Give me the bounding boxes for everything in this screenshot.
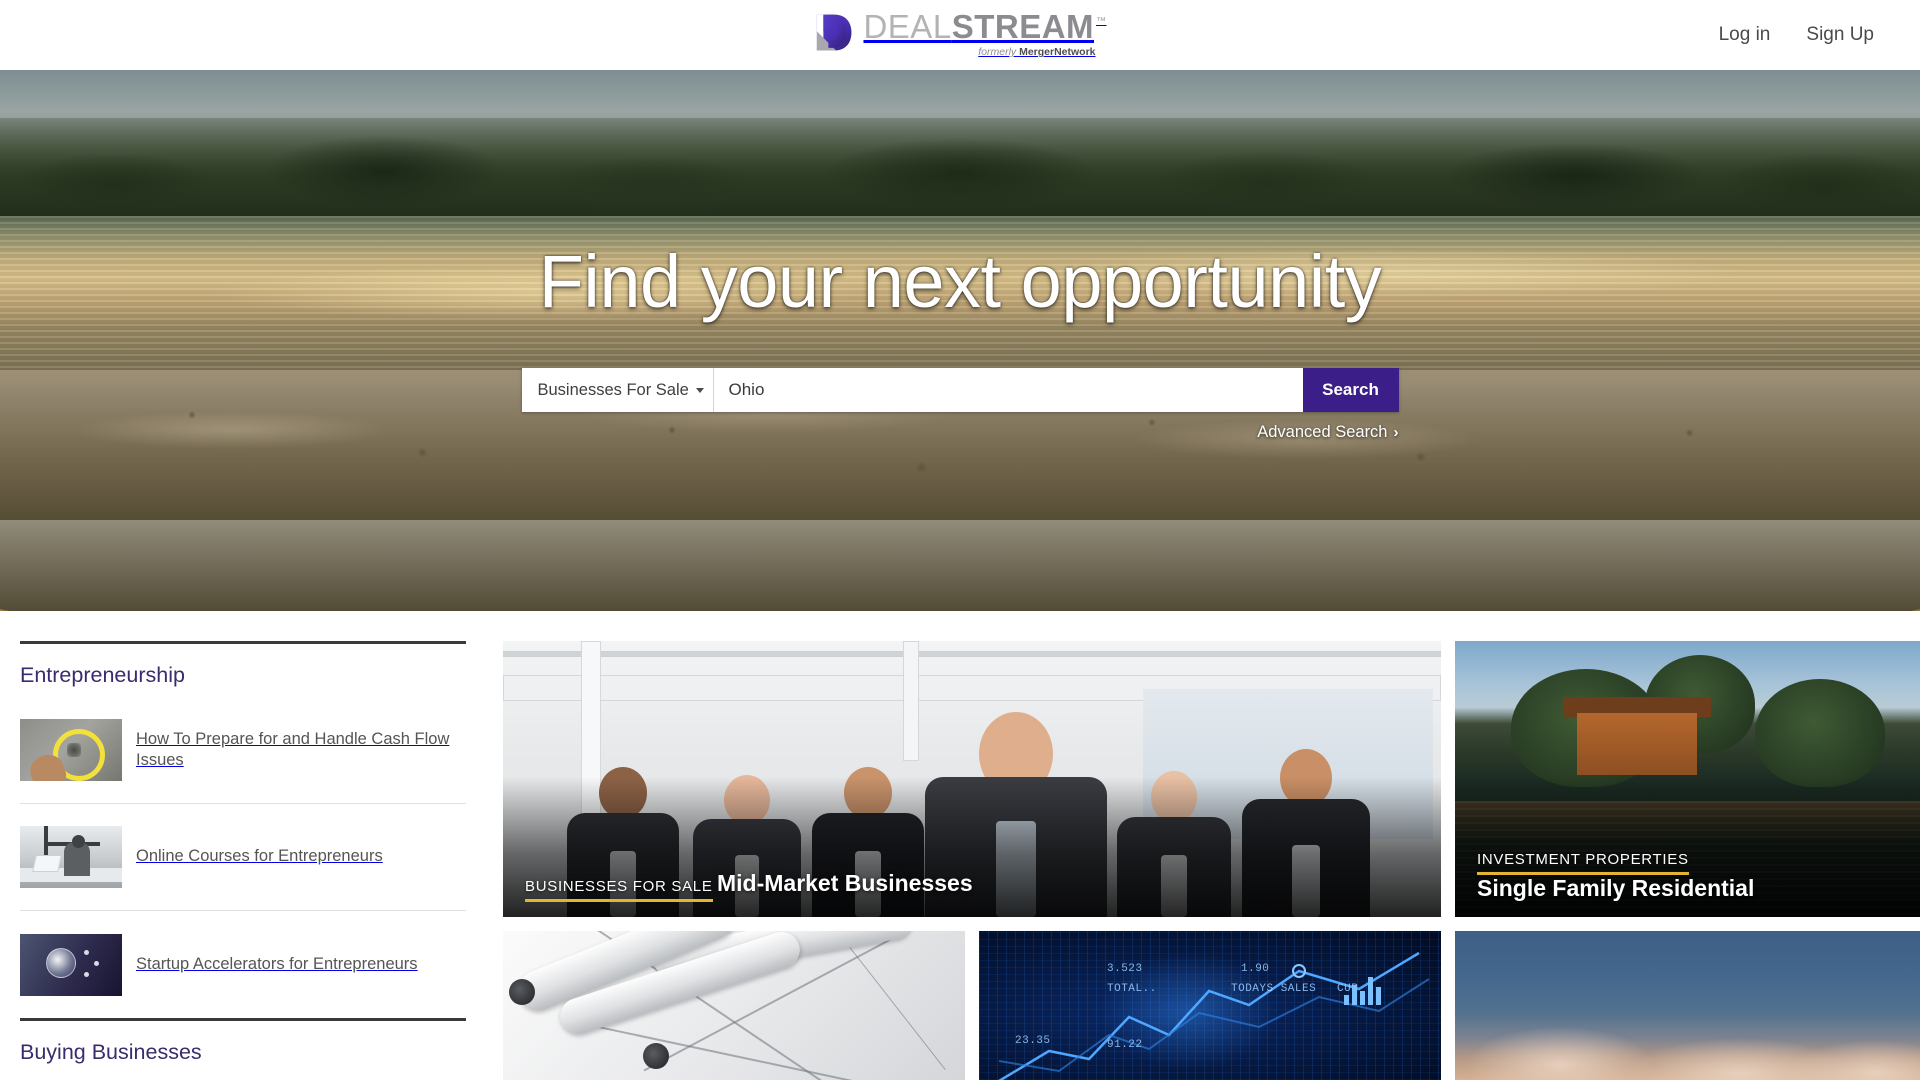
log-in-link[interactable]: Log in (1719, 24, 1771, 46)
section-divider (20, 1018, 466, 1021)
card-grid: BUSINESSES FOR SALE Mid-Market Businesse… (503, 641, 1920, 1080)
startup-accelerators-thumbnail (20, 933, 122, 996)
sign-up-link[interactable]: Sign Up (1806, 24, 1874, 46)
advanced-search-label: Advanced Search (1257, 423, 1388, 441)
card-caption: INVESTMENT PROPERTIES Single Family Resi… (1477, 851, 1920, 902)
logo-tagline: formerly MergerNetwork (978, 47, 1095, 58)
chevron-down-icon (695, 387, 704, 393)
logo-tagline-prefix: formerly (978, 46, 1017, 59)
site-logo[interactable]: DEAL STREAM ™ formerly MergerNetwork (813, 10, 1106, 58)
card-mid-market-businesses[interactable]: BUSINESSES FOR SALE Mid-Market Businesse… (503, 641, 1441, 917)
logo-word-deal: DEAL (863, 8, 952, 46)
advanced-search-row: Advanced Search › (522, 423, 1398, 442)
sidebar-section-entrepreneurship: Entrepreneurship How To Prepare for and … (20, 641, 485, 1018)
dealstream-d-logo-icon (817, 14, 852, 51)
sidebar-heading-buying-businesses: Buying Businesses (20, 1040, 202, 1064)
card-kicker: BUSINESSES FOR SALE (525, 878, 713, 902)
advanced-search-link[interactable]: Advanced Search › (1257, 423, 1398, 442)
search-category-label: Businesses For Sale (537, 380, 689, 399)
list-item-label: How To Prepare for and Handle Cash Flow … (136, 729, 450, 769)
sunset-sky-photo (1455, 930, 1920, 1080)
sidebar: Entrepreneurship How To Prepare for and … (20, 641, 485, 1080)
sidebar-section-buying-businesses: Buying Businesses (20, 1018, 485, 1080)
search-input[interactable] (713, 368, 1303, 412)
card-sunset-sky[interactable] (1455, 930, 1920, 1080)
logo-trademark: ™ (1096, 16, 1107, 28)
list-item-label: Online Courses for Entrepreneurs (136, 847, 383, 866)
main-content: Entrepreneurship How To Prepare for and … (0, 611, 1920, 1080)
card-financial-data[interactable]: 3.523 TOTAL.. 1.90 TODAYS SALES CUR 23.3… (979, 930, 1441, 1080)
sidebar-heading-entrepreneurship: Entrepreneurship (20, 663, 185, 687)
financial-data-visualization-photo: 3.523 TOTAL.. 1.90 TODAYS SALES CUR 23.3… (979, 930, 1441, 1080)
card-column-side: INVESTMENT PROPERTIES Single Family Resi… (1455, 641, 1920, 1080)
line-chart-icon (998, 951, 1430, 1080)
card-single-family-residential[interactable]: INVESTMENT PROPERTIES Single Family Resi… (1455, 641, 1920, 917)
logo-word-stream: STREAM (951, 8, 1095, 46)
card-caption: BUSINESSES FOR SALE Mid-Market Businesse… (525, 870, 973, 902)
section-divider (20, 641, 466, 644)
search-button[interactable]: Search (1302, 368, 1399, 412)
logo-tagline-brand: MergerNetwork (1019, 46, 1096, 59)
architectural-blueprints-photo (503, 930, 965, 1080)
list-item[interactable] (20, 1074, 466, 1080)
list-item[interactable]: Online Courses for Entrepreneurs (20, 804, 466, 911)
list-item[interactable]: Startup Accelerators for Entrepreneurs (20, 911, 466, 1018)
card-column-main: BUSINESSES FOR SALE Mid-Market Businesse… (503, 641, 1441, 1080)
card-kicker: INVESTMENT PROPERTIES (1477, 851, 1689, 875)
chevron-right-icon: › (1393, 424, 1399, 441)
card-blueprints[interactable] (503, 930, 965, 1080)
list-item[interactable]: How To Prepare for and Handle Cash Flow … (20, 697, 466, 804)
card-row-secondary: 3.523 TOTAL.. 1.90 TODAYS SALES CUR 23.3… (503, 930, 1441, 1080)
header-nav: Log in Sign Up (1719, 0, 1874, 70)
hero-section: Find your next opportunity Businesses Fo… (0, 70, 1920, 611)
logo-wordmark: DEAL STREAM ™ formerly MergerNetwork (863, 10, 1106, 58)
cash-flow-thumbnail (20, 719, 122, 781)
card-title: Single Family Residential (1477, 874, 1755, 901)
hero-title: Find your next opportunity (538, 240, 1382, 323)
site-header: DEAL STREAM ™ formerly MergerNetwork Log i… (0, 0, 1920, 70)
search-bar: Businesses For Sale Search (521, 368, 1399, 412)
online-courses-thumbnail (20, 826, 122, 888)
search-category-dropdown[interactable]: Businesses For Sale (521, 368, 714, 412)
card-title: Mid-Market Businesses (716, 869, 973, 896)
list-item-label: Startup Accelerators for Entrepreneurs (136, 954, 418, 973)
